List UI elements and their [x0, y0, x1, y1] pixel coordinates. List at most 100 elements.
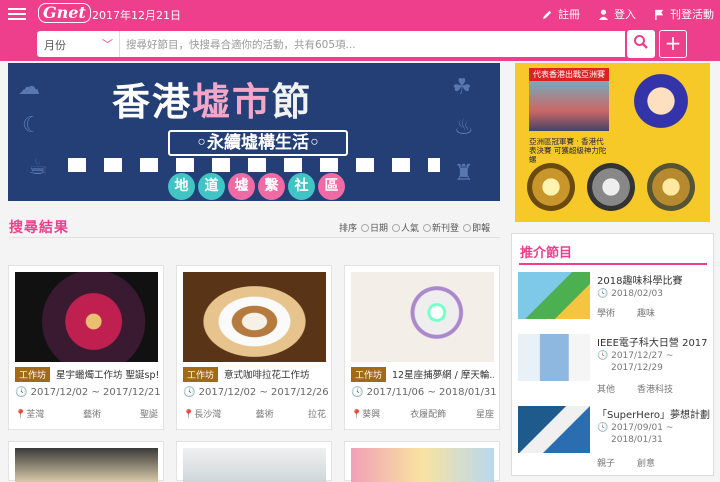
search-button[interactable] — [627, 30, 655, 58]
register-link[interactable]: 註冊 — [542, 6, 580, 22]
event-card[interactable]: 工作坊 12星座捕夢網 / 摩天輪... 🕓 2017/11/06 ~ 2018… — [344, 265, 500, 430]
event-card[interactable] — [176, 441, 332, 482]
chevron-down-icon: ﹀ — [102, 38, 113, 51]
ad-header: 代表香港出戰亞洲賽 — [529, 68, 609, 81]
top-bar: Gnet 2017年12月21日 註冊 登入 刊登活動 — [0, 0, 720, 28]
sort-bar: 排序 日期 人氣 新刊登 即報 — [339, 221, 490, 234]
pencil-icon — [542, 9, 553, 20]
event-card[interactable] — [8, 441, 164, 482]
event-date: 🕓 2017/11/06 ~ 2018/01/31 — [351, 387, 497, 398]
search-bar: 月份 ﹀ 搜尋好節目，快搜尋合適你的活動，共有605項... + — [0, 28, 720, 61]
spinning-top-gold — [527, 163, 575, 211]
sort-option-popularity[interactable]: 人氣 — [392, 221, 419, 234]
banner-subtitle: ◦永續墟構生活◦ — [168, 130, 348, 156]
menu-icon[interactable] — [8, 8, 26, 20]
ad-caption: 亞洲區冠軍賽 · 香港代表決賽 可獲超級神力陀螺 — [529, 137, 607, 164]
banner-chip: 繫 — [258, 173, 285, 200]
recommended-image — [518, 334, 590, 381]
month-select[interactable]: 月份 ﹀ — [37, 31, 119, 57]
recommended-item-date: 🕓 2017/12/27 ~2017/12/29 — [597, 351, 674, 373]
location-pin-icon: 📍 — [351, 410, 363, 420]
event-date: 🕓 2017/12/02 ~ 2017/12/21 — [15, 387, 161, 398]
event-meta: 📍長沙灣 藝術 拉花 — [183, 407, 326, 420]
clock-icon: 🕓 — [351, 387, 364, 398]
sort-label: 排序 — [339, 224, 358, 234]
recommended-image — [518, 406, 590, 453]
banner-chip: 墟 — [228, 173, 255, 200]
recommended-panel: 推介節目 2018趣味科學比賽 🕓 2018/02/03 學術 趣味 IEEE電子… — [511, 233, 714, 476]
clock-icon: 🕓 — [597, 289, 609, 299]
divider — [519, 263, 707, 265]
search-placeholder: 搜尋好節目，快搜尋合適你的活動，共有605項... — [126, 39, 356, 51]
event-location: 📍荃灣 — [15, 410, 45, 420]
banner-title: 香港墟市節 — [112, 79, 313, 124]
recommended-item[interactable]: 2018趣味科學比賽 🕓 2018/02/03 學術 趣味 — [518, 272, 713, 332]
recommended-item-category: 親子 創意 — [597, 459, 656, 469]
event-tag: 工作坊 — [351, 367, 387, 382]
bag-icon: ♜ — [454, 161, 474, 186]
login-label: 登入 — [614, 8, 636, 21]
login-link[interactable]: 登入 — [598, 6, 636, 22]
recommended-item[interactable]: 「SuperHero」夢想計劃 🕓 2017/09/01 ~2018/01/31… — [518, 406, 713, 469]
event-card[interactable] — [344, 441, 500, 482]
banner-chips: 地 道 墟 繫 社 區 — [168, 173, 345, 200]
event-title: 星宇蠟燭工作坊 聖誕sp! — [56, 370, 158, 381]
location-pin-icon: 📍 — [183, 410, 195, 420]
moon-icon: ☾ — [22, 113, 42, 138]
sort-option-report[interactable]: 即報 — [463, 221, 490, 234]
search-input[interactable]: 搜尋好節目，快搜尋合適你的活動，共有605項... — [119, 31, 625, 57]
recommended-item-title: 2018趣味科學比賽 — [597, 276, 683, 287]
search-icon — [633, 34, 649, 54]
recommended-image — [518, 272, 590, 319]
recommended-item-title: IEEE電子科大日營 2017 — [597, 338, 708, 349]
event-category: 藝術 — [255, 410, 274, 420]
event-title: 意式咖啡拉花工作坊 — [224, 370, 310, 381]
ad-character — [615, 69, 707, 149]
recommended-item-date: 🕓 2017/09/01 ~2018/01/31 — [597, 423, 674, 445]
fruit-icon: ☘ — [452, 75, 472, 100]
clock-icon: 🕓 — [15, 387, 28, 398]
event-image — [351, 272, 494, 362]
divider — [9, 237, 500, 238]
recommended-item-category: 學術 趣味 — [597, 309, 656, 319]
banner-chip: 地 — [168, 173, 195, 200]
hero-banner[interactable]: ☁ ☾ ☕ ☘ ♨ ♜ 香港墟市節 ◦永續墟構生活◦ 地 道 墟 繫 社 區 — [8, 63, 500, 201]
event-category: 衣履配飾 — [410, 410, 447, 420]
event-image — [15, 448, 158, 482]
top-nav: 註冊 登入 刊登活動 — [542, 6, 714, 22]
sort-option-new[interactable]: 新刊登 — [423, 221, 459, 234]
event-extra: 星座 — [475, 410, 494, 420]
flag-icon — [654, 9, 665, 20]
banner-chip: 道 — [198, 173, 225, 200]
event-tag: 工作坊 — [183, 367, 219, 382]
event-location: 📍葵興 — [351, 410, 381, 420]
user-icon — [598, 9, 609, 20]
event-image — [183, 448, 326, 482]
recommended-item-date: 🕓 2018/02/03 — [597, 289, 663, 299]
event-image — [15, 272, 158, 362]
event-date: 🕓 2017/12/02 ~ 2017/12/26 — [183, 387, 329, 398]
event-location: 📍長沙灣 — [183, 410, 222, 420]
post-event-link[interactable]: 刊登活動 — [654, 6, 714, 22]
add-event-button[interactable]: + — [659, 30, 687, 58]
recommended-item[interactable]: IEEE電子科大日營 2017 🕓 2017/12/27 ~2017/12/29… — [518, 334, 713, 395]
event-image — [351, 448, 494, 482]
event-category: 藝術 — [83, 410, 102, 420]
event-card[interactable]: 工作坊 意式咖啡拉花工作坊 🕓 2017/12/02 ~ 2017/12/26 … — [176, 265, 332, 430]
clock-icon: 🕓 — [597, 351, 609, 361]
event-extra: 拉花 — [307, 410, 326, 420]
recommended-item-category: 其他 香港科技 — [597, 385, 674, 395]
current-date: 2017年12月21日 — [92, 9, 181, 22]
event-tag: 工作坊 — [15, 367, 51, 382]
sort-option-date[interactable]: 日期 — [361, 221, 388, 234]
pot-icon: ♨ — [454, 115, 474, 140]
results-title: 搜尋結果 — [9, 220, 69, 236]
side-advertisement[interactable]: 代表香港出戰亞洲賽 亞洲區冠軍賽 · 香港代表決賽 可獲超級神力陀螺 — [515, 63, 710, 222]
teapot-icon: ☕ — [28, 155, 48, 180]
spinning-top-silver — [587, 163, 635, 211]
recommended-title: 推介節目 — [520, 246, 573, 261]
event-card[interactable]: 工作坊 星宇蠟燭工作坊 聖誕sp! 🕓 2017/12/02 ~ 2017/12… — [8, 265, 164, 430]
event-extra: 聖誕 — [139, 410, 158, 420]
site-logo[interactable]: Gnet — [38, 3, 91, 23]
awning-stripe — [68, 158, 440, 172]
